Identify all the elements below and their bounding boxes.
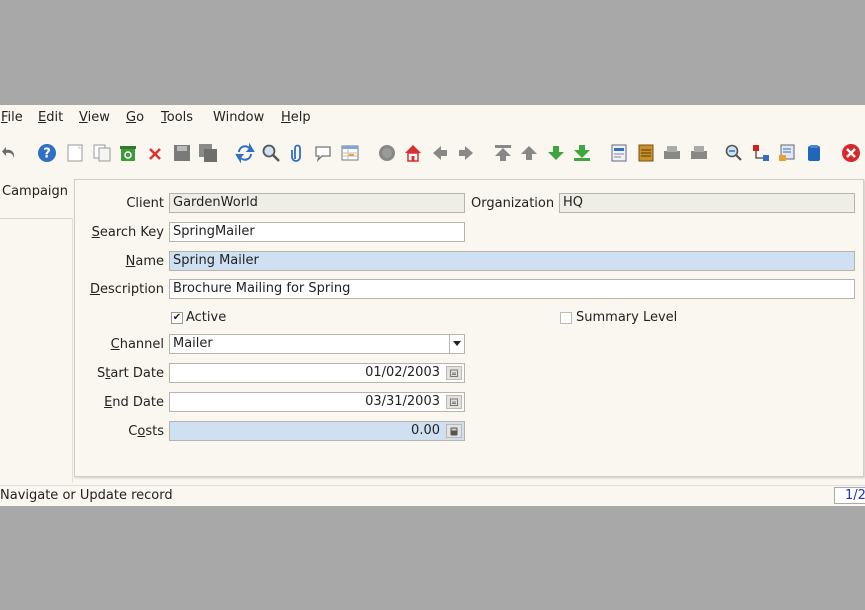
- archive-icon[interactable]: [636, 143, 656, 163]
- refresh-icon[interactable]: [235, 143, 255, 163]
- organization-field[interactable]: HQ: [559, 193, 855, 213]
- application-window: File Edit View Go Tools Window Help ? Ca…: [0, 105, 865, 506]
- home-icon[interactable]: [403, 143, 423, 163]
- new-record-icon[interactable]: [65, 143, 85, 163]
- menu-window[interactable]: Window: [213, 110, 264, 125]
- zoom-across-icon[interactable]: [724, 143, 744, 163]
- summary-level-label: Summary Level: [576, 310, 678, 325]
- search-key-label: Search Key: [91, 225, 164, 240]
- costs-field[interactable]: 0.00: [169, 421, 465, 441]
- menu-file[interactable]: File: [1, 110, 23, 125]
- end-date-label: End Date: [104, 395, 164, 410]
- undo-icon[interactable]: [0, 143, 20, 163]
- calendar-icon[interactable]: [446, 395, 462, 409]
- chat-icon[interactable]: [313, 143, 333, 163]
- menu-view[interactable]: View: [79, 110, 110, 125]
- delete-icon[interactable]: [145, 143, 165, 163]
- status-message: Navigate or Update record: [0, 488, 173, 503]
- end-date-field[interactable]: 03/31/2003: [169, 392, 465, 412]
- name-label: Name: [125, 254, 164, 269]
- start-date-label: Start Date: [97, 366, 164, 381]
- request-icon[interactable]: [777, 143, 797, 163]
- summary-level-checkbox[interactable]: [560, 312, 572, 324]
- print-preview-icon[interactable]: [662, 143, 682, 163]
- client-field[interactable]: GardenWorld: [169, 193, 465, 213]
- save-icon[interactable]: [172, 143, 192, 163]
- menu-go[interactable]: Go: [126, 110, 144, 125]
- workflow-icon[interactable]: [751, 143, 771, 163]
- channel-select[interactable]: Mailer: [169, 334, 465, 354]
- copy-record-icon[interactable]: [92, 143, 112, 163]
- attachment-icon[interactable]: [287, 143, 307, 163]
- status-bar: Navigate or Update record 1/2: [0, 485, 865, 506]
- record-navigator[interactable]: 1/2: [834, 487, 865, 504]
- client-label: Client: [126, 196, 164, 211]
- previous-record-icon[interactable]: [519, 143, 539, 163]
- save-new-icon[interactable]: [198, 143, 218, 163]
- active-label: Active: [186, 310, 227, 325]
- menu-help[interactable]: Help: [281, 110, 311, 125]
- toolbar: ?: [0, 135, 865, 175]
- tab-campaign[interactable]: Campaign: [0, 180, 72, 219]
- detail-record-icon[interactable]: [456, 143, 476, 163]
- active-checkbox[interactable]: ✔: [171, 312, 183, 324]
- channel-label: Channel: [110, 337, 164, 352]
- close-window-icon[interactable]: [841, 143, 861, 163]
- start-date-field[interactable]: 01/02/2003: [169, 363, 465, 383]
- search-key-field[interactable]: SpringMailer: [169, 222, 465, 242]
- find-icon[interactable]: [261, 143, 281, 163]
- next-record-icon[interactable]: [546, 143, 566, 163]
- record-form: Client GardenWorld Organization HQ Searc…: [74, 179, 864, 477]
- menu-tools[interactable]: Tools: [161, 110, 193, 125]
- costs-label: Costs: [128, 424, 164, 439]
- tab-campaign-label: Campaign: [2, 184, 69, 199]
- last-record-icon[interactable]: [572, 143, 592, 163]
- calendar-icon[interactable]: [446, 366, 462, 380]
- recycle-icon[interactable]: [118, 143, 138, 163]
- menu-bar: File Edit View Go Tools Window Help: [0, 105, 865, 131]
- start-date-value: 01/02/2003: [365, 365, 440, 380]
- print-icon[interactable]: [689, 143, 709, 163]
- organization-label: Organization: [471, 196, 555, 211]
- history-icon[interactable]: [377, 143, 397, 163]
- costs-value: 0.00: [411, 423, 440, 438]
- calculator-icon[interactable]: [446, 424, 462, 438]
- svg-text:?: ?: [43, 147, 51, 162]
- description-field[interactable]: Brochure Mailing for Spring: [169, 279, 855, 299]
- end-date-value: 03/31/2003: [365, 394, 440, 409]
- description-label: Description: [89, 282, 164, 297]
- name-field[interactable]: Spring Mailer: [169, 251, 855, 271]
- product-info-icon[interactable]: [804, 143, 824, 163]
- menu-edit[interactable]: Edit: [38, 110, 63, 125]
- channel-value: Mailer: [173, 336, 213, 351]
- first-record-icon[interactable]: [493, 143, 513, 163]
- chevron-down-icon[interactable]: [449, 335, 464, 353]
- grid-toggle-icon[interactable]: [340, 143, 360, 163]
- record-count: 1/2: [845, 488, 865, 503]
- tab-list: [0, 218, 73, 483]
- help-icon[interactable]: ?: [37, 143, 57, 163]
- parent-record-icon[interactable]: [430, 143, 450, 163]
- report-icon[interactable]: [609, 143, 629, 163]
